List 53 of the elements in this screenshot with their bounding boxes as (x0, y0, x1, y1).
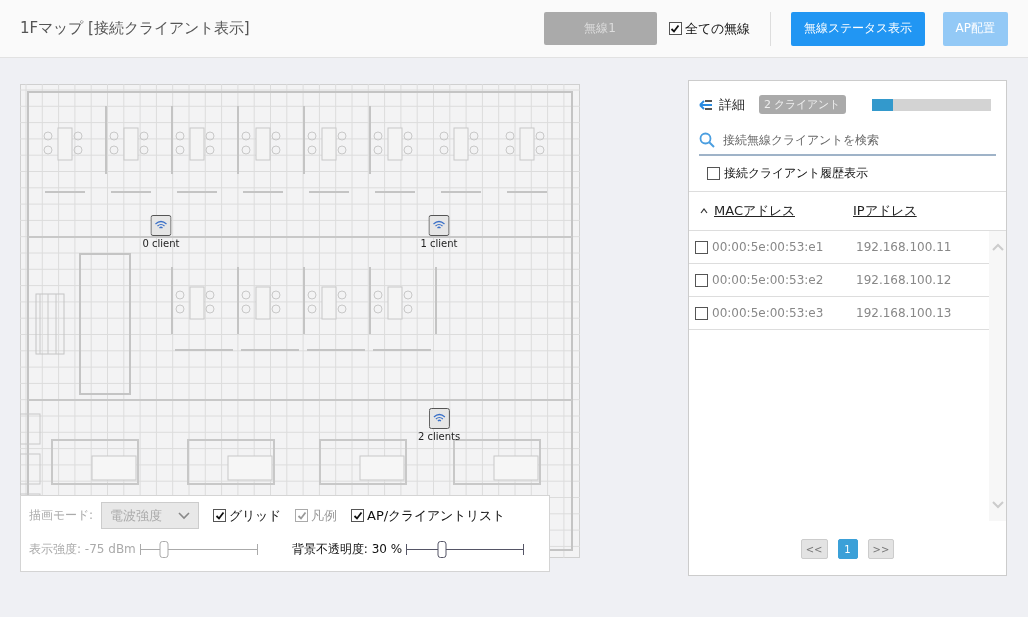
checkbox-label: 凡例 (311, 506, 338, 525)
search-icon (699, 132, 715, 148)
table-cell-text: 00:00:5e:00:53:e1 (712, 240, 825, 254)
desk-drawing (307, 127, 347, 161)
panel-title: 詳細 (719, 95, 745, 114)
chevron-down-icon (178, 511, 191, 520)
desk-drawing (439, 127, 479, 161)
column-header[interactable]: IPアドレス (853, 202, 917, 220)
slider-label: 背景不透明度: 30 % (291, 541, 403, 558)
checkbox[interactable] (213, 509, 227, 522)
desk-drawing (307, 286, 347, 320)
desk-drawing (43, 127, 83, 161)
checkbox[interactable] (351, 509, 365, 522)
table-cell-text: 00:00:5e:00:53:e3 (712, 306, 825, 320)
desk-drawing (373, 286, 413, 320)
page-title: 1Fマップ [接続クライアント表示] (20, 19, 251, 38)
search-field[interactable]: 接続無線クライアントを検索 (721, 132, 996, 148)
checkbox-label: AP/クライアントリスト (367, 506, 506, 525)
collapse-icon[interactable] (699, 98, 713, 111)
checkbox-label: グリッド (229, 506, 282, 525)
desk-drawing (241, 127, 281, 161)
page-button[interactable]: >> (867, 539, 895, 559)
client-count-badge: 2 クライアント (759, 95, 846, 114)
access-point-icon[interactable] (428, 408, 450, 429)
checkbox[interactable] (695, 306, 708, 320)
column-header[interactable]: MACアドレス (714, 202, 795, 220)
checkbox-label: 全ての無線 (684, 19, 750, 38)
access-point-icon[interactable] (428, 215, 450, 236)
table-cell: 192.168.100.13 (856, 306, 952, 320)
table-cell-text: 00:00:5e:00:53:e2 (712, 273, 825, 287)
checkbox[interactable] (707, 167, 720, 180)
client-count: 2 clients (417, 431, 461, 442)
table-cell: 192.168.100.11 (856, 240, 952, 254)
desk-drawing (175, 127, 215, 161)
desk-drawing (505, 127, 545, 161)
slider-label: 表示強度: -75 dBm (29, 541, 136, 558)
desk-drawing (373, 127, 413, 161)
checkbox[interactable] (695, 240, 708, 254)
desk-drawing (241, 286, 281, 320)
checkbox[interactable] (668, 22, 682, 35)
client-count: 1 client (420, 238, 458, 249)
desk-drawing (109, 127, 149, 161)
checkbox-label: 接続クライアント履歴表示 (724, 165, 868, 182)
slider-thumb[interactable] (437, 541, 447, 558)
client-count: 0 client (142, 238, 180, 249)
desk-drawing (175, 286, 215, 320)
page-button[interactable]: 1 (837, 539, 858, 559)
checkbox[interactable] (695, 273, 708, 287)
table-cell: 192.168.100.12 (856, 273, 952, 287)
toolbar-button[interactable]: 無線ステータス表示 (790, 11, 925, 46)
page-button[interactable]: << (800, 539, 828, 559)
mode-label: 描画モード: (29, 507, 94, 524)
access-point-icon[interactable] (150, 215, 172, 236)
